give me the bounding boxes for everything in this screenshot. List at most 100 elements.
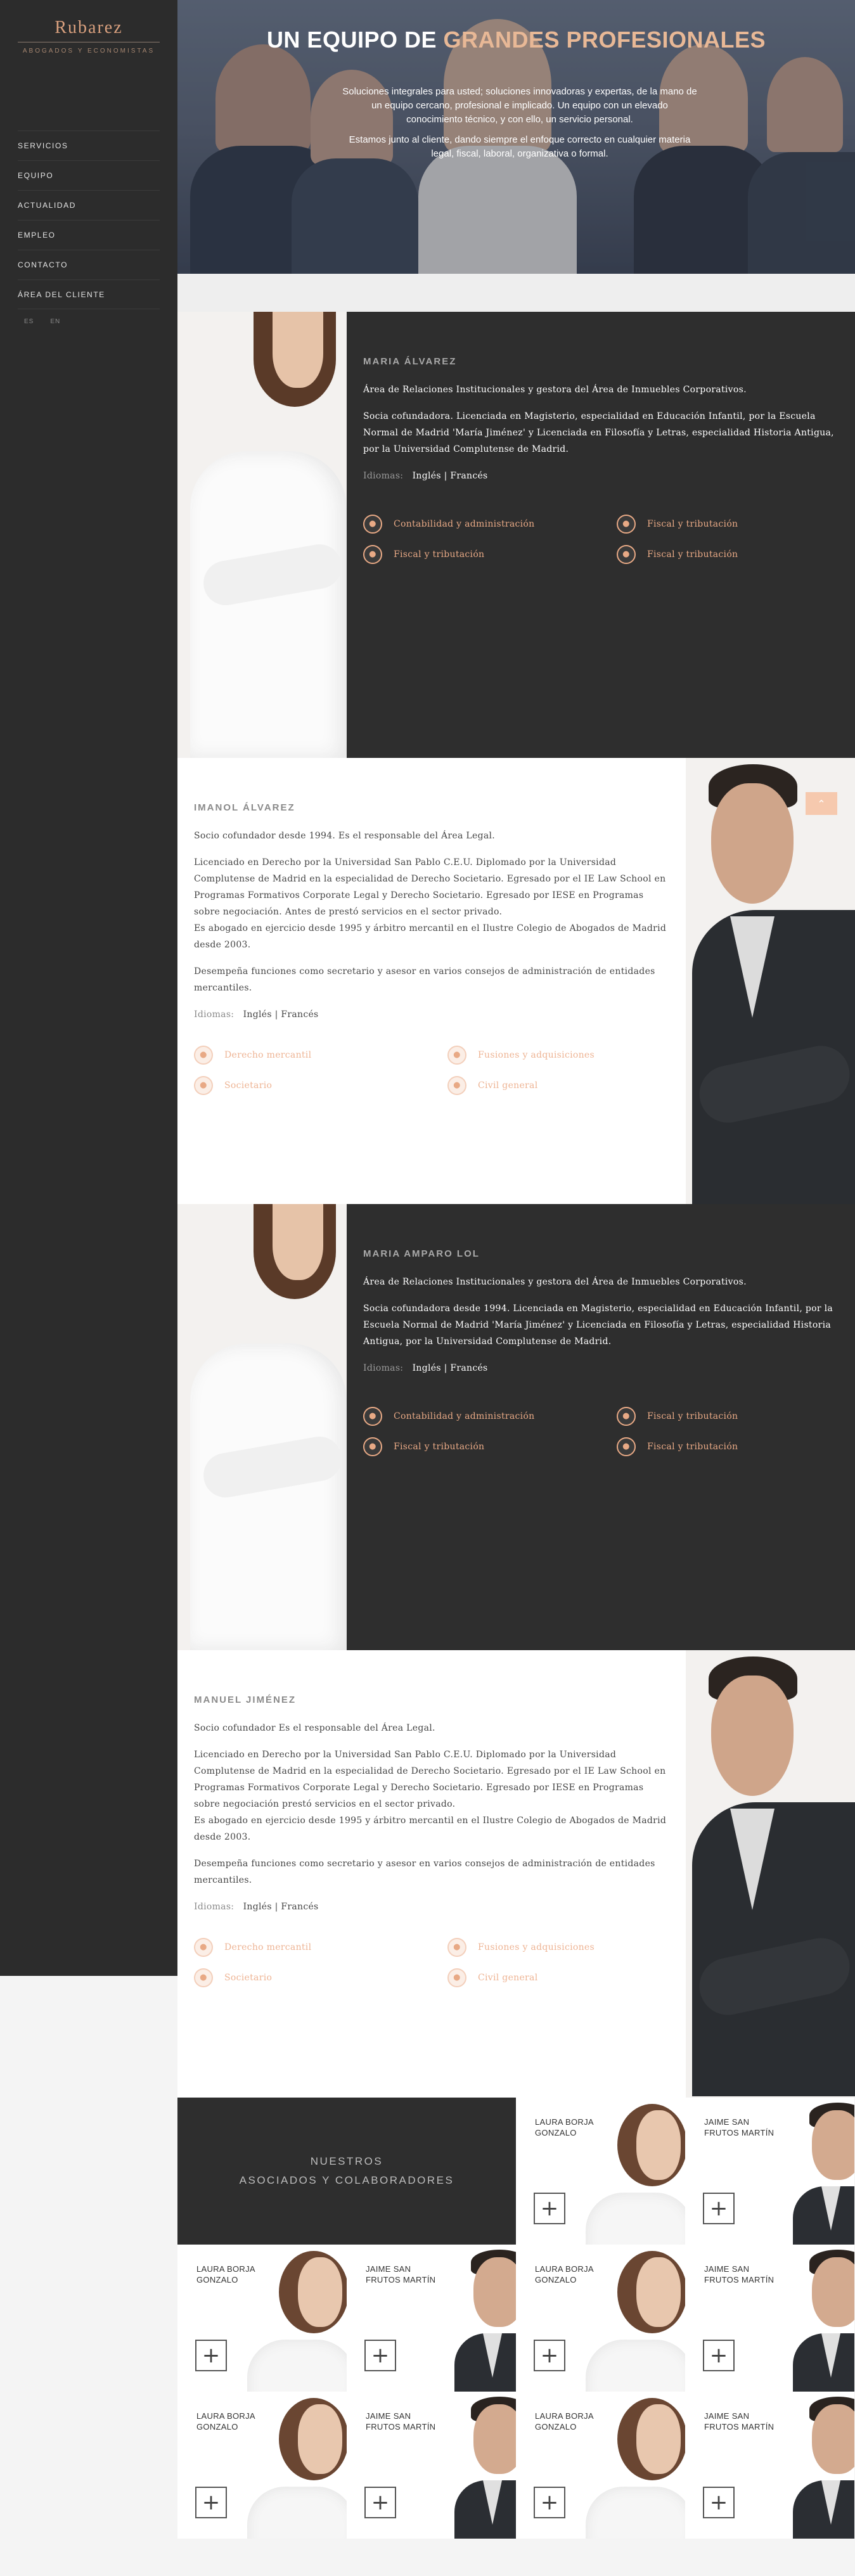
practice-area-label: Contabilidad y administración xyxy=(394,519,535,529)
practice-area-label: Civil general xyxy=(478,1973,538,1983)
practice-area-label: Contabilidad y administración xyxy=(394,1411,535,1421)
team-member-card: IMANOL ÁLVAREZ Socio cofundador desde 19… xyxy=(177,758,855,1204)
practice-areas: ● Contabilidad y administración ● Fiscal y… xyxy=(363,515,839,564)
member-photo xyxy=(686,1650,855,2098)
team-member-card: MARIA AMPARO LOL Área de Relaciones Inst… xyxy=(177,1204,855,1650)
member-bio: Socia cofundadora desde 1994. Licenciada… xyxy=(363,1304,833,1347)
plus-icon[interactable]: + xyxy=(703,2193,735,2224)
nav-item-actualidad[interactable]: ACTUALIDAD xyxy=(18,190,160,220)
practice-areas: ● Contabilidad y administración ● Fiscal y… xyxy=(363,1407,839,1456)
nav-item-contacto[interactable]: CONTACTO xyxy=(18,250,160,279)
associate-card[interactable]: JAIME SAN FRUTOS MARTÍN + xyxy=(347,2245,516,2392)
scroll-to-top-button[interactable]: ⌃ xyxy=(806,792,837,815)
plus-icon[interactable]: + xyxy=(703,2340,735,2371)
user-icon: ● xyxy=(194,1076,213,1095)
nav-item-servicios[interactable]: SERVICIOS xyxy=(18,131,160,160)
practice-area-link[interactable]: ● Fusiones y adquisiciones xyxy=(447,1938,676,1957)
practice-area-link[interactable]: ● Contabilidad y administración xyxy=(363,1407,617,1426)
practice-area-link[interactable]: ● Societario xyxy=(194,1076,447,1095)
team-member-card: MANUEL JIMÉNEZ Socio cofundador Es el re… xyxy=(177,1650,855,2098)
team-member-card: MARIA ÁLVAREZ Área de Relaciones Institu… xyxy=(177,312,855,758)
plus-icon[interactable]: + xyxy=(534,2340,565,2371)
user-icon: ● xyxy=(447,1076,466,1095)
practice-area-link[interactable]: ● Fiscal y tributación xyxy=(363,1437,617,1456)
practice-area-link[interactable]: ● Derecho mercantil xyxy=(194,1046,447,1065)
associate-card[interactable]: JAIME SAN FRUTOS MARTÍN + xyxy=(685,2392,854,2539)
plus-icon[interactable]: + xyxy=(195,2340,227,2371)
hero-title-prefix: UN EQUIPO DE xyxy=(266,27,444,53)
lang-en[interactable]: EN xyxy=(50,318,60,325)
member-bio: Área de Relaciones Institucionales y ges… xyxy=(363,1277,747,1287)
practice-area-label: Fusiones y adquisiciones xyxy=(478,1050,595,1060)
associate-card[interactable]: LAURA BORJA GONZALO + xyxy=(177,2392,347,2539)
languages-label: Idiomas: xyxy=(194,1009,235,1020)
associate-name: JAIME SAN FRUTOS MARTÍN xyxy=(704,2117,775,2137)
user-icon: ● xyxy=(447,1046,466,1065)
practice-area-link[interactable]: ● Fiscal y tributación xyxy=(363,545,617,564)
user-icon: ● xyxy=(363,545,382,564)
member-name: MARIA AMPARO LOL xyxy=(363,1248,480,1259)
plus-icon[interactable]: + xyxy=(534,2487,565,2518)
logo[interactable]: Rubarez ABOGADOS Y ECONOMISTAS xyxy=(0,18,177,54)
associate-card[interactable]: JAIME SAN FRUTOS MARTÍN + xyxy=(685,2245,854,2392)
associate-card[interactable]: LAURA BORJA GONZALO + xyxy=(516,2392,685,2539)
practice-area-link[interactable]: ● Fiscal y tributación xyxy=(617,1437,845,1456)
user-icon: ● xyxy=(194,1938,213,1957)
user-icon: ● xyxy=(617,1407,636,1426)
member-photo xyxy=(177,312,347,758)
practice-area-link[interactable]: ● Fusiones y adquisiciones xyxy=(447,1046,676,1065)
plus-icon[interactable]: + xyxy=(703,2487,735,2518)
practice-area-label: Fiscal y tributación xyxy=(647,1442,738,1452)
associate-card[interactable]: JAIME SAN FRUTOS MARTÍN + xyxy=(685,2098,854,2245)
plus-icon[interactable]: + xyxy=(364,2487,396,2518)
member-bio: Desempeña funciones como secretario y as… xyxy=(194,966,655,993)
user-icon: ● xyxy=(363,1437,382,1456)
nav-item-empleo[interactable]: EMPLEO xyxy=(18,220,160,250)
hero-banner: UN EQUIPO DE GRANDES PROFESIONALES Soluc… xyxy=(177,0,855,274)
associate-name: JAIME SAN FRUTOS MARTÍN xyxy=(366,2264,436,2284)
associate-name: LAURA BORJA GONZALO xyxy=(196,2264,255,2284)
practice-area-link[interactable]: ● Civil general xyxy=(447,1968,676,1987)
languages-value: Inglés | Francés xyxy=(243,1009,319,1020)
user-icon: ● xyxy=(617,545,636,564)
associates-section: NUESTROS ASOCIADOS Y COLABORADORES LAURA… xyxy=(177,2098,855,2539)
user-icon: ● xyxy=(447,1938,466,1957)
member-languages: Idiomas: Inglés | Francés xyxy=(194,1006,669,1023)
associate-name: JAIME SAN FRUTOS MARTÍN xyxy=(704,2264,775,2284)
plus-icon[interactable]: + xyxy=(534,2193,565,2224)
member-name: IMANOL ÁLVAREZ xyxy=(194,802,295,813)
nav-item-area-cliente[interactable]: ÁREA DEL CLIENTE xyxy=(18,279,160,309)
member-photo xyxy=(177,1204,347,1650)
member-bio: Licenciado en Derecho por la Universidad… xyxy=(194,1750,667,1842)
practice-area-link[interactable]: ● Fiscal y tributación xyxy=(617,545,845,564)
plus-icon[interactable]: + xyxy=(195,2487,227,2518)
associate-name: LAURA BORJA GONZALO xyxy=(535,2117,594,2137)
practice-area-link[interactable]: ● Civil general xyxy=(447,1076,676,1095)
member-bio: Socio cofundador desde 1994. Es el respo… xyxy=(194,831,496,841)
hero-title-accent: GRANDES PROFESIONALES xyxy=(443,27,766,53)
lang-es[interactable]: ES xyxy=(24,318,34,325)
associate-name: LAURA BORJA GONZALO xyxy=(535,2411,594,2432)
practice-area-link[interactable]: ● Societario xyxy=(194,1968,447,1987)
practice-area-link[interactable]: ● Derecho mercantil xyxy=(194,1938,447,1957)
plus-icon[interactable]: + xyxy=(364,2340,396,2371)
hero-description: Soluciones integrales para usted; soluci… xyxy=(342,85,697,161)
nav-item-equipo[interactable]: EQUIPO xyxy=(18,160,160,190)
practice-area-link[interactable]: ● Fiscal y tributación xyxy=(617,515,845,534)
practice-area-link[interactable]: ● Fiscal y tributación xyxy=(617,1407,845,1426)
user-icon: ● xyxy=(363,1407,382,1426)
practice-area-link[interactable]: ● Contabilidad y administración xyxy=(363,515,617,534)
languages-label: Idiomas: xyxy=(363,1363,404,1373)
practice-areas: ● Derecho mercantil ● Fusiones y adquisici… xyxy=(194,1046,669,1095)
practice-area-label: Fiscal y tributación xyxy=(647,1411,738,1421)
associate-card[interactable]: LAURA BORJA GONZALO + xyxy=(516,2098,685,2245)
member-info: MANUEL JIMÉNEZ Socio cofundador Es el re… xyxy=(177,1650,686,2096)
practice-area-label: Societario xyxy=(224,1973,273,1983)
associate-card[interactable]: JAIME SAN FRUTOS MARTÍN + xyxy=(347,2392,516,2539)
associate-card[interactable]: LAURA BORJA GONZALO + xyxy=(177,2245,347,2392)
user-icon: ● xyxy=(194,1046,213,1065)
member-name: MARIA ÁLVAREZ xyxy=(363,356,457,367)
associate-name: LAURA BORJA GONZALO xyxy=(535,2264,594,2284)
hero-paragraph: Soluciones integrales para usted; soluci… xyxy=(342,86,697,125)
associate-card[interactable]: LAURA BORJA GONZALO + xyxy=(516,2245,685,2392)
